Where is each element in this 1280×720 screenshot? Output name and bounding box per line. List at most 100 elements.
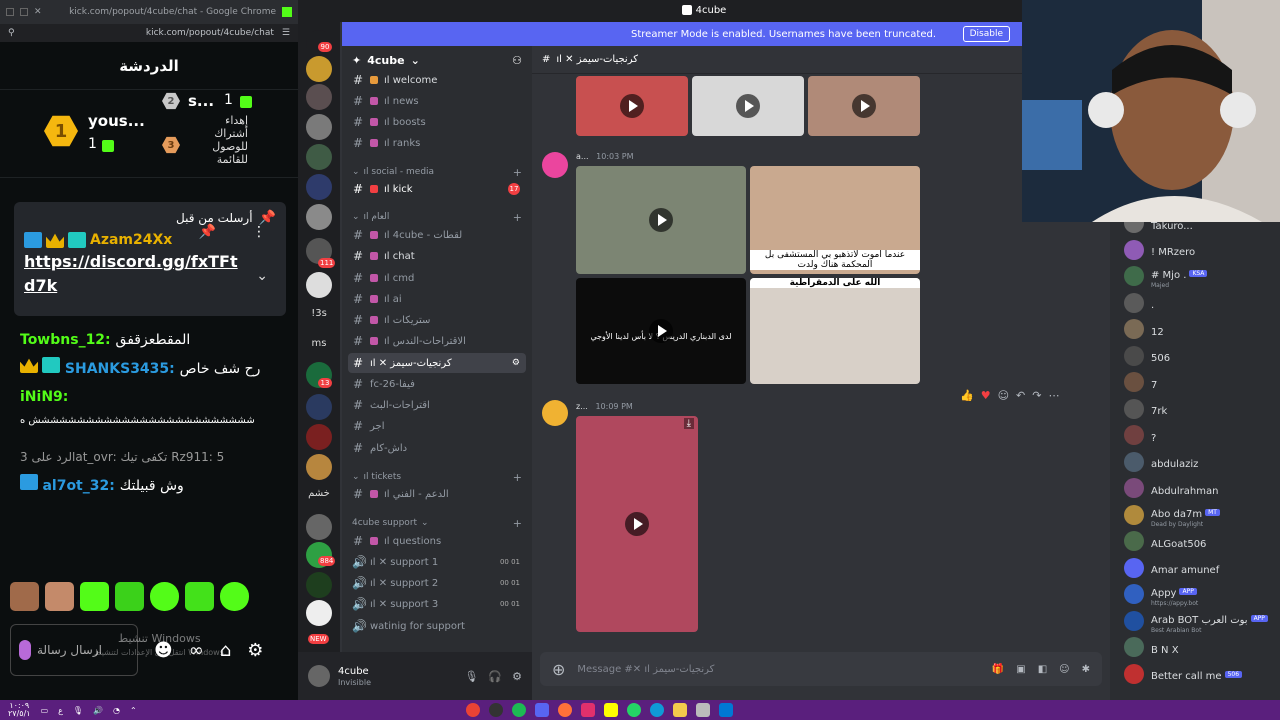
video-attachment[interactable]: لدى الدبناري الدريس ؟ لا بأس لدينا الأوج…	[576, 278, 746, 384]
close-icon[interactable]: ✕	[34, 7, 42, 17]
member-item[interactable]: B N X	[1124, 636, 1280, 658]
gif-icon[interactable]: ▣	[1016, 664, 1025, 675]
play-icon[interactable]	[852, 94, 876, 118]
server-icon[interactable]	[306, 514, 332, 540]
channel-ajr[interactable]: # اجر	[348, 416, 526, 436]
voice-support-2[interactable]: 🔊 ıl ✕ support 2 00 01	[348, 573, 526, 593]
server-icon[interactable]	[306, 454, 332, 480]
chrome-icon[interactable]	[466, 703, 480, 717]
channel-suggestions[interactable]: # ıl الاقتراحات-الندس	[348, 331, 526, 351]
download-icon[interactable]: ⤓	[683, 418, 694, 429]
member-item[interactable]: ALGoat506	[1124, 530, 1280, 552]
channel-kick[interactable]: # ıl kick 17	[348, 179, 526, 199]
channel-chat[interactable]: # ıl chat	[348, 246, 526, 266]
channel-welcome[interactable]: # ıl welcome	[348, 70, 526, 90]
author-avatar[interactable]	[542, 152, 568, 178]
reaction-icon[interactable]: ☺	[998, 389, 1009, 402]
member-item[interactable]: 7	[1124, 371, 1280, 393]
volume-icon[interactable]: 🔊	[93, 706, 103, 715]
channel-clips[interactable]: # ıl 4cube - لقطات	[348, 225, 526, 245]
attach-icon[interactable]: ⊕	[552, 660, 565, 679]
site-info-icon[interactable]: ⚲	[8, 28, 15, 38]
avatar[interactable]	[1124, 451, 1144, 472]
avatar[interactable]	[1124, 504, 1144, 525]
play-icon[interactable]	[649, 208, 673, 232]
server-icon[interactable]	[306, 144, 332, 170]
category-social[interactable]: ⌄ ıl social - media +	[352, 166, 522, 179]
server-label[interactable]: خشم	[302, 488, 336, 499]
channel-questions[interactable]: # ıl questions	[348, 531, 526, 551]
server-icon-active[interactable]	[306, 272, 332, 298]
avatar[interactable]	[1124, 292, 1144, 313]
channel-support-tech[interactable]: # ıl الدعم - الفني	[348, 484, 526, 504]
server-label[interactable]: !3s	[302, 308, 336, 319]
chat-username[interactable]: iNiN9	[20, 389, 63, 405]
category-general[interactable]: ⌄ ıl العام +	[352, 211, 522, 224]
forward-icon[interactable]: ↷	[1032, 389, 1041, 402]
member-item[interactable]: Takuro...	[1124, 222, 1280, 234]
avatar[interactable]	[308, 665, 330, 687]
member-item[interactable]: Better call me 506	[1124, 663, 1280, 685]
app-icon[interactable]	[696, 703, 710, 717]
server-icon[interactable]	[306, 394, 332, 420]
address-bar[interactable]: ⚲ kick.com/popout/4cube/chat ☰	[0, 24, 298, 42]
network-icon[interactable]: ◔	[113, 706, 120, 715]
member-item[interactable]: Appy APP https://appy.bot	[1124, 583, 1280, 607]
language-icon[interactable]: ع	[58, 706, 63, 715]
discord-icon[interactable]	[535, 703, 549, 717]
microphone-icon[interactable]: 🎙	[464, 670, 478, 683]
message-composer[interactable]: ⊕ Message #✕ ıl كرنجيات-سيمز 🎁 ▣ ◧ ☺ ✱	[540, 652, 1102, 686]
pinned-username[interactable]: Azam24Xx	[90, 232, 172, 248]
clock[interactable]: ١٠:٠٩ ٢٧/٥/١	[8, 702, 31, 718]
avatar[interactable]	[1124, 266, 1144, 286]
member-item[interactable]: Abdulrahman	[1124, 477, 1280, 499]
file-explorer-icon[interactable]	[673, 703, 687, 717]
channel-active[interactable]: # ıl ✕ كرنجيات-سيمز ⚙	[348, 353, 526, 373]
instagram-icon[interactable]	[581, 703, 595, 717]
channel-stream-suggestions[interactable]: # اقتراحات-البث	[348, 395, 526, 415]
mic-icon[interactable]	[19, 640, 31, 660]
notification-icon[interactable]: ▭	[41, 706, 49, 715]
play-icon[interactable]	[620, 94, 644, 118]
server-icon[interactable]	[306, 114, 332, 140]
firefox-icon[interactable]	[558, 703, 572, 717]
emoji-icon[interactable]: ☺	[1059, 664, 1069, 675]
video-attachment[interactable]: ⤓	[576, 416, 698, 632]
voice-support-3[interactable]: 🔊 ıl ✕ support 3 00 01	[348, 594, 526, 614]
image-attachment[interactable]: عندما اموت لاتذهبو بي المستشفى بل المحكم…	[750, 166, 920, 274]
member-item[interactable]: # Mjo . KSA Majed	[1124, 265, 1280, 289]
headphones-icon[interactable]: 🎧	[488, 670, 502, 683]
member-item[interactable]: ! MRzero	[1124, 239, 1280, 261]
server-label[interactable]: ms	[302, 338, 336, 349]
apps-icon[interactable]: ✱	[1082, 664, 1090, 675]
voice-waiting[interactable]: 🔊 watinig for support	[348, 616, 526, 636]
avatar[interactable]	[1124, 557, 1144, 578]
channel-dashcam[interactable]: # داش-كام	[348, 438, 526, 458]
avatar[interactable]	[1124, 319, 1144, 339]
more-options-icon[interactable]: ⋮	[252, 224, 266, 240]
channel-settings-icon[interactable]: ⚙	[512, 358, 520, 368]
channel-boosts[interactable]: # ıl boosts	[348, 112, 526, 132]
channel-ai[interactable]: # ıl ai	[348, 289, 526, 309]
channel-streaks[interactable]: # ıl ستريكات	[348, 310, 526, 330]
emote-ghost-icon[interactable]	[80, 582, 109, 611]
server-icon[interactable]	[306, 600, 332, 626]
server-icon[interactable]	[306, 56, 332, 82]
member-item[interactable]: Abo da7m MT Dead by Daylight	[1124, 504, 1280, 528]
channel-cmd[interactable]: # ıl cmd	[348, 268, 526, 288]
video-attachment[interactable]	[692, 76, 804, 136]
image-attachment[interactable]: الله على الدمقراطية	[750, 278, 920, 384]
emote-dot-icon[interactable]	[220, 582, 249, 611]
avatar[interactable]	[1124, 239, 1144, 260]
chevron-down-icon[interactable]: ⌄	[256, 268, 268, 284]
member-item[interactable]: abdulaziz	[1124, 451, 1280, 473]
emote-face-icon[interactable]	[10, 582, 39, 611]
gift-icon[interactable]: 🎁	[992, 664, 1004, 675]
play-icon[interactable]	[736, 94, 760, 118]
maximize-icon[interactable]	[20, 8, 28, 16]
channel-news[interactable]: # ıl news	[348, 91, 526, 111]
more-icon[interactable]: ⋯	[1048, 389, 1059, 402]
server-icon[interactable]	[306, 572, 332, 598]
thumbs-up-icon[interactable]: 👍	[960, 389, 974, 402]
avatar[interactable]	[1124, 345, 1144, 366]
